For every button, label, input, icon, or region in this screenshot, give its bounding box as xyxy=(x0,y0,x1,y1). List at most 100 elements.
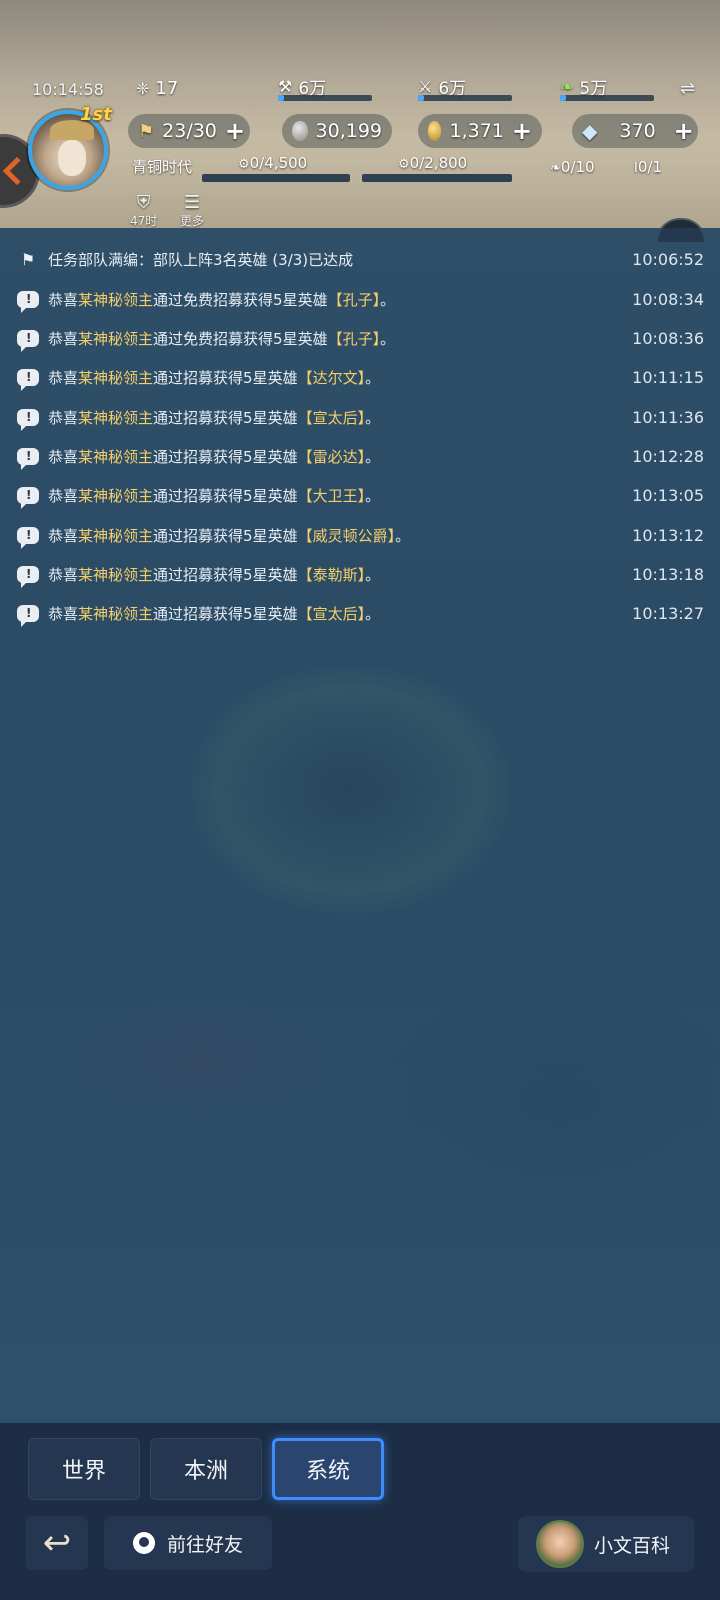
more-button[interactable]: ☰ 更多 xyxy=(180,194,204,229)
iron-bar xyxy=(418,95,512,101)
speech-bubble-icon: ! xyxy=(16,289,40,313)
message-suffix: 。 xyxy=(365,604,381,623)
gold-display[interactable]: 1,371 + xyxy=(418,114,542,148)
message-prefix: 恭喜 xyxy=(48,565,79,584)
lord-name-link[interactable]: 某神秘领主 xyxy=(78,527,153,545)
exclaim-mark: ! xyxy=(26,330,32,345)
troops-add-button[interactable]: + xyxy=(225,119,245,143)
hero-name-link[interactable]: 【孔子】 xyxy=(328,330,381,348)
message-body: 通过招募获得5星英雄 xyxy=(153,565,298,584)
message-row[interactable]: ! 恭喜某神秘领主通过招募获得5星英雄【达尔文】。 10:11:15 xyxy=(16,362,704,392)
count-1[interactable]: ❧0/10 xyxy=(550,158,595,176)
message-suffix: 。 xyxy=(365,408,381,427)
message-body: 通过招募获得5星英雄 xyxy=(153,447,298,466)
wood-bar xyxy=(278,95,372,101)
age-progress-bar-1 xyxy=(202,174,350,182)
speech-bubble-icon: ! xyxy=(16,446,40,470)
message-row[interactable]: ⚑ 任务部队满编：部队上阵3名英雄 (3/3)已达成 10:06:52 xyxy=(16,244,704,274)
back-arrow-icon: ↩ xyxy=(42,1523,72,1563)
wiki-button[interactable]: 小文百科 xyxy=(518,1516,694,1572)
more-label: 更多 xyxy=(180,214,205,228)
tab-system[interactable]: 系统 xyxy=(272,1438,384,1500)
message-timestamp: 10:11:36 xyxy=(632,407,704,427)
exclaim-mark: ! xyxy=(26,566,32,581)
message-row[interactable]: ! 恭喜某神秘领主通过招募获得5星英雄【宣太后】。 10:13:27 xyxy=(16,598,704,628)
exclaim-mark: ! xyxy=(26,527,32,542)
hero-name-link[interactable]: 【宣太后】 xyxy=(298,605,366,623)
friend-icon xyxy=(132,1532,155,1554)
lord-name-link[interactable]: 某神秘领主 xyxy=(78,409,153,427)
message-body: 通过免费招募获得5星英雄 xyxy=(153,290,328,309)
hero-name-link[interactable]: 【大卫王】 xyxy=(298,487,366,505)
message-prefix: 恭喜 xyxy=(48,408,79,427)
speech-bubble-icon: ! xyxy=(16,407,40,431)
speech-bubble-icon: ! xyxy=(16,564,40,588)
message-text: 恭喜某神秘领主通过免费招募获得5星英雄【孔子】。 xyxy=(48,289,614,310)
message-prefix: 恭喜 xyxy=(48,290,79,309)
message-row[interactable]: ! 恭喜某神秘领主通过免费招募获得5星英雄【孔子】。 10:08:34 xyxy=(16,284,704,314)
go-to-friends-button[interactable]: 前往好友 xyxy=(104,1516,272,1570)
bubble-shape: ! xyxy=(17,486,39,509)
message-prefix: 恭喜 xyxy=(48,329,79,348)
lord-name-link[interactable]: 某神秘领主 xyxy=(78,605,153,623)
tab-region-label: 本洲 xyxy=(183,1459,228,1484)
grain-bar xyxy=(560,95,654,101)
speech-bubble-icon: ! xyxy=(16,328,40,352)
message-text: 恭喜某神秘领主通过招募获得5星英雄【威灵顿公爵】。 xyxy=(48,525,614,546)
age-progress-1: ⚙0/4,500 xyxy=(238,154,307,172)
lord-name-link[interactable]: 某神秘领主 xyxy=(78,448,153,466)
hero-name-link[interactable]: 【雷必达】 xyxy=(298,448,366,466)
message-row[interactable]: ! 恭喜某神秘领主通过招募获得5星英雄【威灵顿公爵】。 10:13:12 xyxy=(16,520,704,550)
lord-name-link[interactable]: 某神秘领主 xyxy=(78,369,153,387)
bubble-shape: ! xyxy=(17,447,39,470)
message-text: 任务部队满编：部队上阵3名英雄 (3/3)已达成 xyxy=(48,249,614,270)
message-text: 恭喜某神秘领主通过招募获得5星英雄【大卫王】。 xyxy=(48,485,614,506)
lord-name-link[interactable]: 某神秘领主 xyxy=(78,291,153,309)
message-prefix: 恭喜 xyxy=(48,447,79,466)
swap-icon[interactable]: ⇌ xyxy=(680,78,695,99)
bubble-shape: ! xyxy=(17,329,39,352)
message-suffix: 。 xyxy=(395,526,411,545)
count-2[interactable]: Ⅰ0/1 xyxy=(634,158,662,176)
rank-badge: 1st xyxy=(80,104,112,125)
diamond-add-button[interactable]: + xyxy=(674,119,694,143)
lord-name-link[interactable]: 某神秘领主 xyxy=(78,487,153,505)
message-row[interactable]: ! 恭喜某神秘领主通过招募获得5星英雄【泰勒斯】。 10:13:18 xyxy=(16,559,704,589)
gold-coin-icon xyxy=(428,121,442,141)
hero-name-link[interactable]: 【宣太后】 xyxy=(298,409,366,427)
message-text: 恭喜某神秘领主通过招募获得5星英雄【宣太后】。 xyxy=(48,603,614,624)
message-row[interactable]: ! 恭喜某神秘领主通过招募获得5星英雄【宣太后】。 10:11:36 xyxy=(16,402,704,432)
message-row[interactable]: ! 恭喜某神秘领主通过招募获得5星英雄【大卫王】。 10:13:05 xyxy=(16,480,704,510)
message-row[interactable]: ! 恭喜某神秘领主通过免费招募获得5星英雄【孔子】。 10:08:36 xyxy=(16,323,704,353)
troops-display[interactable]: ⚑ 23/30 + xyxy=(128,114,250,148)
message-prefix: 恭喜 xyxy=(48,604,79,623)
tab-world[interactable]: 世界 xyxy=(28,1438,140,1500)
hero-name-link[interactable]: 【泰勒斯】 xyxy=(298,566,366,584)
message-prefix: 恭喜 xyxy=(48,368,79,387)
message-row[interactable]: ! 恭喜某神秘领主通过招募获得5星英雄【雷必达】。 10:12:28 xyxy=(16,441,704,471)
age-progress-1-value: 0/4,500 xyxy=(249,154,308,172)
back-button[interactable]: ↩ xyxy=(26,1516,88,1570)
message-suffix: 。 xyxy=(365,486,381,505)
hero-name-link[interactable]: 【威灵顿公爵】 xyxy=(298,527,396,545)
message-text: 恭喜某神秘领主通过招募获得5星英雄【雷必达】。 xyxy=(48,446,614,467)
message-body: 通过免费招募获得5星英雄 xyxy=(153,329,328,348)
hero-name-link[interactable]: 【孔子】 xyxy=(328,291,381,309)
count-2-value: 0/1 xyxy=(637,158,662,176)
message-timestamp: 10:13:12 xyxy=(632,525,704,545)
gold-add-button[interactable]: + xyxy=(512,119,532,143)
lord-name-link[interactable]: 某神秘领主 xyxy=(78,330,153,348)
energy-display[interactable]: ❈ 17 xyxy=(136,78,178,99)
message-timestamp: 10:11:15 xyxy=(632,367,704,387)
silver-display[interactable]: 30,199 xyxy=(282,114,392,148)
message-timestamp: 10:13:27 xyxy=(632,603,704,623)
gear-icon: ⚙ xyxy=(238,157,250,172)
friend-label: 前往好友 xyxy=(166,1533,243,1556)
flag-icon: ⚑ xyxy=(20,249,36,269)
tab-region[interactable]: 本洲 xyxy=(150,1438,262,1500)
message-prefix: 恭喜 xyxy=(48,526,79,545)
hero-name-link[interactable]: 【达尔文】 xyxy=(298,369,366,387)
timer-button[interactable]: ⛨ 47时 xyxy=(130,194,157,229)
lord-name-link[interactable]: 某神秘领主 xyxy=(78,566,153,584)
diamond-display[interactable]: ◆ 370 + xyxy=(572,114,698,148)
